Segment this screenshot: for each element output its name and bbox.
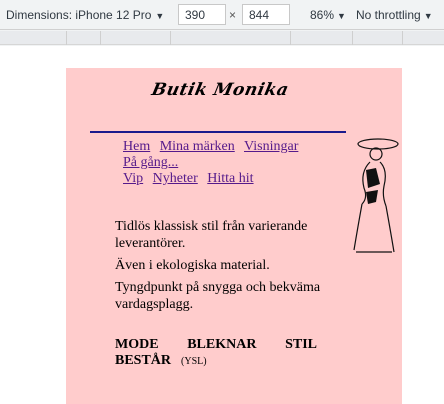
ruler-tick — [352, 31, 353, 45]
ruler-tick — [100, 31, 101, 45]
nav-link-nyheter[interactable]: Nyheter — [153, 171, 198, 186]
emulated-viewport: Butik Monika Hem Mina märken Visningar P… — [66, 68, 402, 404]
zoom-label: 86% — [310, 8, 335, 22]
chevron-down-icon: ▼ — [337, 11, 346, 21]
quote-word: STIL — [285, 337, 317, 352]
intro-paragraph: Tyngdpunkt på snygga och bekväma vardags… — [115, 280, 321, 312]
ruler-tick — [290, 31, 291, 45]
nav-link-mina-marken[interactable]: Mina märken — [160, 139, 235, 154]
times-sign: × — [229, 8, 237, 22]
header-divider — [90, 131, 346, 133]
main-nav: Hem Mina märken Visningar På gång... Vip… — [123, 139, 355, 187]
zoom-select[interactable]: 86% ▼ — [310, 8, 346, 22]
site-logo[interactable]: Butik Monika — [150, 80, 291, 100]
nav-link-visningar[interactable]: Visningar — [244, 139, 298, 154]
devtools-device-toolbar: Dimensions: iPhone 12 Pro ▼ 390 × 844 86%… — [0, 0, 444, 30]
device-select[interactable]: Dimensions: iPhone 12 Pro ▼ — [6, 8, 164, 22]
quote-word: MODE — [115, 337, 159, 352]
intro-paragraph: Tidlös klassisk stil från varierande lev… — [115, 219, 308, 251]
chevron-down-icon: ▼ — [423, 11, 433, 21]
device-label: Dimensions: iPhone 12 Pro — [6, 8, 152, 22]
ysl-quote: MODE BLEKNAR STIL BESTÅR (YSL) — [115, 337, 317, 370]
intro-paragraph: Även i ekologiska material. — [115, 258, 270, 273]
chevron-down-icon: ▼ — [155, 11, 165, 21]
height-input[interactable]: 844 — [242, 4, 290, 25]
nav-link-vip[interactable]: Vip — [123, 171, 143, 186]
nav-link-hem[interactable]: Hem — [123, 139, 150, 154]
quote-attribution: (YSL) — [181, 356, 207, 367]
intro-text: Tidlös klassisk stil från varierande lev… — [115, 218, 325, 318]
quote-word: BESTÅR — [115, 353, 172, 368]
throttling-select[interactable]: No throttling ▼ — [356, 8, 433, 22]
width-input[interactable]: 390 — [178, 4, 226, 25]
ruler-tick — [170, 31, 171, 45]
nav-link-hitta-hit[interactable]: Hitta hit — [207, 171, 253, 186]
nav-link-pa-gang[interactable]: På gång... — [123, 155, 178, 170]
media-query-ruler — [0, 31, 444, 45]
fashion-sketch-illustration — [353, 138, 399, 253]
throttling-label: No throttling — [356, 8, 421, 22]
ruler-tick — [66, 31, 67, 45]
quote-word: BLEKNAR — [187, 337, 257, 352]
ruler-tick — [402, 31, 403, 45]
